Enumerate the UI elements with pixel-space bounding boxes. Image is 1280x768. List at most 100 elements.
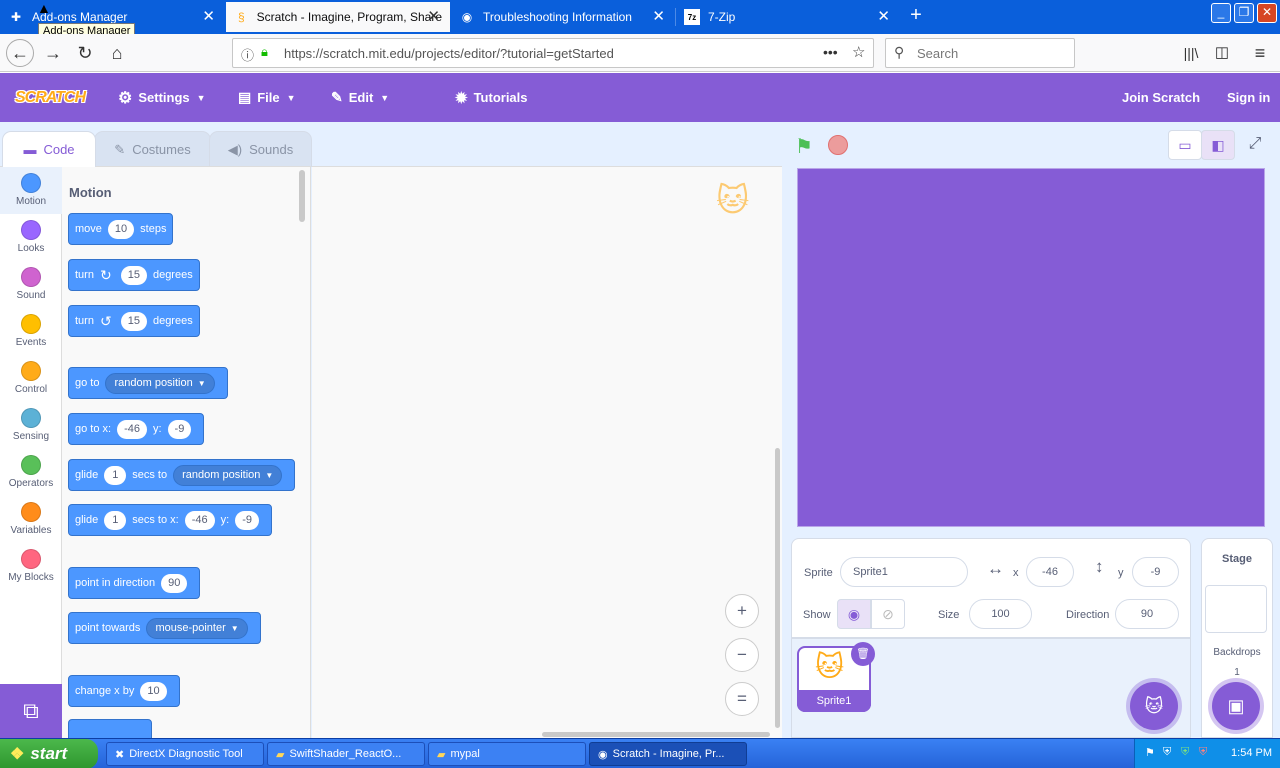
block-glide-to-xy[interactable]: glide 1 secs to x: -46 y: -9 bbox=[68, 504, 272, 536]
close-tab-icon[interactable]: ✕ bbox=[652, 9, 665, 24]
new-tab-button[interactable]: + bbox=[904, 4, 928, 28]
block-glide-to[interactable]: glide 1 secs to random position ▼ bbox=[68, 459, 296, 491]
tutorials-menu[interactable]: ✹ Tutorials bbox=[455, 73, 528, 122]
x-position-input[interactable]: -46 bbox=[1026, 557, 1074, 587]
bookmark-star-icon[interactable]: ☆ bbox=[852, 43, 865, 61]
block-go-to-xy[interactable]: go to x: -46 y: -9 bbox=[68, 413, 205, 445]
choose-backdrop-button[interactable]: ▣ bbox=[1212, 682, 1260, 730]
sign-in-link[interactable]: Sign in bbox=[1227, 73, 1270, 122]
direction-input[interactable]: 90 bbox=[161, 573, 188, 593]
block-turn-left[interactable]: turn ↺ 15 degrees bbox=[68, 305, 200, 337]
category-motion[interactable]: Motion bbox=[0, 167, 62, 214]
palette-scrollbar[interactable] bbox=[299, 170, 305, 222]
change-x-input[interactable]: 10 bbox=[140, 681, 167, 701]
sprite-name-input[interactable]: Sprite1 bbox=[840, 557, 968, 587]
green-flag-button[interactable]: ⚑ bbox=[795, 134, 813, 159]
url-text[interactable]: https://scratch.mit.edu/projects/editor/… bbox=[284, 46, 614, 61]
menu-icon[interactable]: ≡ bbox=[1247, 40, 1273, 66]
home-button[interactable]: ⌂ bbox=[104, 40, 130, 66]
close-tab-icon[interactable]: ✕ bbox=[877, 9, 890, 24]
security-icon[interactable]: ⛨ bbox=[1181, 746, 1189, 759]
y-input[interactable]: -9 bbox=[167, 419, 192, 439]
block-change-x[interactable]: change x by 10 bbox=[68, 675, 180, 707]
workspace-horizontal-scrollbar[interactable] bbox=[542, 732, 770, 737]
reload-button[interactable]: ↻ bbox=[72, 40, 98, 66]
delete-sprite-icon[interactable]: 🗑︎ bbox=[851, 642, 875, 666]
block-point-towards[interactable]: point towards mouse-pointer ▼ bbox=[68, 612, 261, 644]
target-dropdown[interactable]: random position ▼ bbox=[105, 372, 215, 394]
library-icon[interactable]: |||\ bbox=[1178, 40, 1204, 66]
direction-input[interactable]: 90 bbox=[1115, 599, 1179, 629]
close-tab-icon[interactable]: ✕ bbox=[427, 9, 440, 24]
target-dropdown[interactable]: random position ▼ bbox=[173, 464, 283, 486]
zoom-out-button[interactable]: − bbox=[725, 638, 759, 672]
category-sound[interactable]: Sound bbox=[0, 261, 62, 308]
tab-sounds[interactable]: ◀) Sounds bbox=[209, 131, 312, 167]
block-point-in-direction[interactable]: point in direction 90 bbox=[68, 567, 201, 599]
tab-scratch[interactable]: § Scratch - Imagine, Program, Share ✕ bbox=[226, 2, 450, 32]
choose-sprite-button[interactable]: 🐱︎ bbox=[1130, 682, 1178, 730]
secs-input[interactable]: 1 bbox=[104, 465, 127, 485]
block-partial[interactable] bbox=[68, 719, 152, 738]
minimize-button[interactable]: _ bbox=[1211, 3, 1231, 23]
hide-sprite-button[interactable]: ⊘ bbox=[871, 599, 905, 629]
tab-troubleshooting[interactable]: ◉ Troubleshooting Information ✕ bbox=[451, 2, 675, 32]
workspace-vertical-scrollbar[interactable] bbox=[775, 448, 780, 728]
category-sensing[interactable]: Sensing bbox=[0, 402, 62, 449]
add-extension-button[interactable]: ⧉ bbox=[0, 684, 62, 738]
backdrop-thumbnail[interactable] bbox=[1205, 585, 1267, 633]
start-button[interactable]: ❖ start bbox=[0, 739, 98, 768]
info-icon[interactable]: ⓘ bbox=[241, 45, 254, 64]
block-turn-right[interactable]: turn ↻ 15 degrees bbox=[68, 259, 200, 291]
scratch-logo[interactable]: SCRATCH bbox=[14, 84, 86, 111]
category-looks[interactable]: Looks bbox=[0, 214, 62, 261]
y-input[interactable]: -9 bbox=[235, 510, 259, 530]
forward-button[interactable]: → bbox=[40, 40, 66, 66]
secs-input[interactable]: 1 bbox=[104, 510, 127, 530]
settings-menu[interactable]: ⚙ Settings ▼ bbox=[118, 73, 206, 122]
network-icon[interactable]: ⚑ bbox=[1145, 746, 1155, 759]
taskbar-item-dxdiag[interactable]: ✖ DirectX Diagnostic Tool bbox=[106, 742, 264, 766]
degrees-input[interactable]: 15 bbox=[120, 311, 147, 331]
sidebar-icon[interactable]: ◫ bbox=[1209, 40, 1235, 66]
tab-costumes[interactable]: ✎ Costumes bbox=[94, 131, 211, 167]
category-control[interactable]: Control bbox=[0, 355, 62, 402]
alert-icon[interactable]: ⛨ bbox=[1199, 746, 1207, 759]
sprite-tile[interactable]: 🐱︎ Sprite1 🗑︎ bbox=[797, 642, 875, 712]
category-events[interactable]: Events bbox=[0, 308, 62, 355]
file-menu[interactable]: ▤ File ▼ bbox=[238, 73, 296, 122]
code-workspace[interactable]: 🐱︎ + − = bbox=[312, 166, 782, 738]
steps-input[interactable]: 10 bbox=[107, 219, 135, 239]
x-input[interactable]: -46 bbox=[184, 510, 215, 530]
degrees-input[interactable]: 15 bbox=[120, 265, 147, 285]
search-bar[interactable]: ⚲ Search bbox=[885, 38, 1075, 68]
restore-button[interactable]: ❐ bbox=[1234, 3, 1254, 23]
page-actions-icon[interactable]: ••• bbox=[823, 44, 838, 60]
tab-7zip[interactable]: 7z 7-Zip ✕ bbox=[676, 2, 900, 32]
stop-button[interactable] bbox=[828, 135, 848, 155]
taskbar-item-swiftshader[interactable]: ▰ SwiftShader_ReactO... bbox=[267, 742, 425, 766]
show-sprite-button[interactable]: ◉ bbox=[837, 599, 871, 629]
block-go-to[interactable]: go to random position ▼ bbox=[68, 367, 228, 399]
fullscreen-button[interactable]: ⤢ bbox=[1238, 130, 1272, 160]
url-bar[interactable]: ⓘ 🔒︎ https://scratch.mit.edu/projects/ed… bbox=[232, 38, 874, 68]
category-variables[interactable]: Variables bbox=[0, 496, 62, 543]
zoom-reset-button[interactable]: = bbox=[725, 682, 759, 716]
y-position-input[interactable]: -9 bbox=[1132, 557, 1179, 587]
close-tab-icon[interactable]: ✕ bbox=[202, 9, 215, 24]
block-move-steps[interactable]: move 10 steps bbox=[68, 213, 174, 245]
window-close-button[interactable]: ✕ bbox=[1257, 3, 1277, 23]
x-input[interactable]: -46 bbox=[117, 419, 147, 439]
stage-canvas[interactable] bbox=[797, 168, 1265, 527]
shield-icon[interactable]: ⛨ bbox=[1163, 746, 1171, 759]
edit-menu[interactable]: ✎ Edit ▼ bbox=[331, 73, 389, 122]
normal-stage-button[interactable]: ◧ bbox=[1201, 130, 1235, 160]
size-input[interactable]: 100 bbox=[969, 599, 1032, 629]
zoom-in-button[interactable]: + bbox=[725, 594, 759, 628]
tab-code[interactable]: ▬ Code bbox=[2, 131, 96, 167]
join-scratch-link[interactable]: Join Scratch bbox=[1122, 73, 1200, 122]
taskbar-item-mypal[interactable]: ▰ mypal bbox=[428, 742, 586, 766]
small-stage-button[interactable]: ▭ bbox=[1168, 130, 1202, 160]
category-my-blocks[interactable]: My Blocks bbox=[0, 543, 62, 590]
back-button[interactable]: ← bbox=[6, 39, 34, 67]
